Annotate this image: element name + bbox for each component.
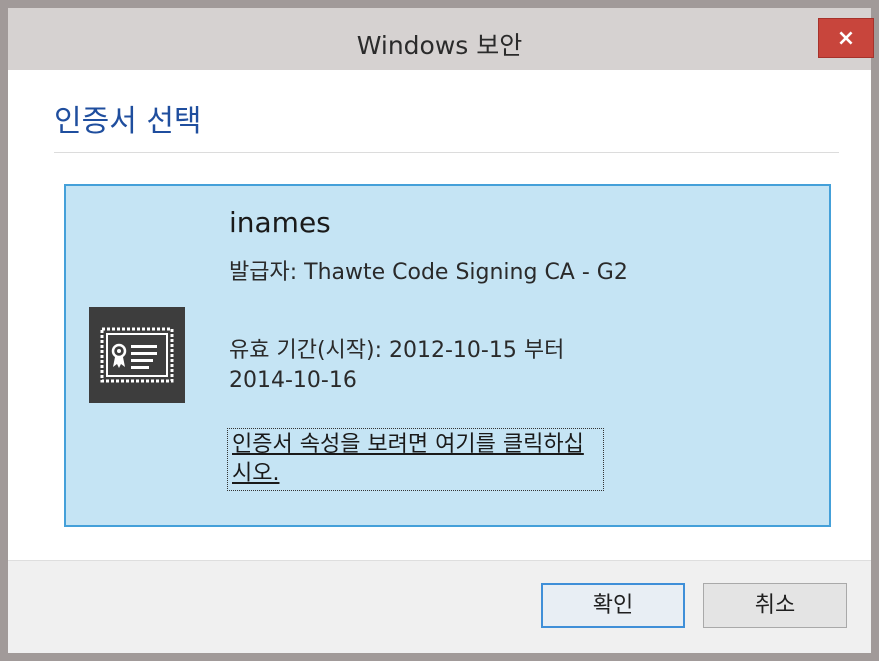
close-button[interactable]: × <box>818 18 874 58</box>
button-bar: 확인 취소 <box>8 560 871 653</box>
certificate-icon <box>89 307 185 403</box>
close-icon: × <box>836 25 856 51</box>
window-frame: Windows 보안 × 인증서 선택 inames 발급자: Thawte C… <box>0 0 879 661</box>
ok-button[interactable]: 확인 <box>541 583 685 628</box>
window-title: Windows 보안 <box>356 31 523 60</box>
dialog-body: 인증서 선택 inames 발급자: Thawte Code Signing C… <box>8 70 871 653</box>
dialog-heading: 인증서 선택 <box>54 104 202 139</box>
certificate-issuer: 발급자: Thawte Code Signing CA - G2 <box>229 260 628 285</box>
certificate-tile[interactable]: inames 발급자: Thawte Code Signing CA - G2 … <box>64 184 831 527</box>
certificate-properties-link[interactable]: 인증서 속성을 보려면 여기를 클릭하십시오. <box>227 428 604 491</box>
heading-divider <box>54 152 839 153</box>
certificate-validity: 유효 기간(시작): 2012-10-15 부터 2014-10-16 <box>229 338 565 393</box>
title-bar[interactable]: Windows 보안 × <box>8 8 874 70</box>
certificate-name: inames <box>229 206 331 239</box>
cancel-button[interactable]: 취소 <box>703 583 847 628</box>
